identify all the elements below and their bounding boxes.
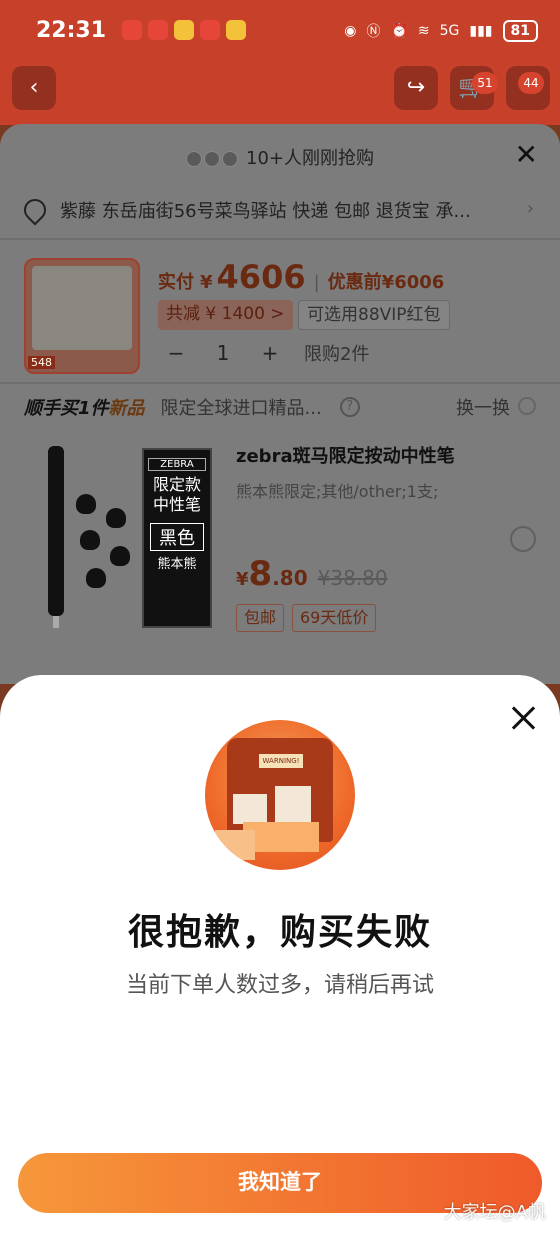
product-thumbnail[interactable]: 548 bbox=[24, 258, 140, 374]
minus-button[interactable]: − bbox=[158, 341, 194, 365]
thumbnail-price-tag: 548 bbox=[28, 356, 55, 369]
addon-item-spec[interactable]: 熊本熊限定;其他/other;1支; bbox=[236, 478, 438, 502]
quantity-value[interactable]: 1 bbox=[194, 341, 252, 365]
battery-indicator: 81 bbox=[502, 20, 538, 42]
addon-item-price: ¥ 8 .80 ¥38.80 bbox=[236, 554, 388, 594]
app-notify-icon bbox=[200, 20, 220, 40]
watermark: 大家坛@A帆 bbox=[443, 1202, 546, 1223]
original-price: ¥6006 bbox=[381, 272, 445, 293]
alarm-icon: ⏰ bbox=[390, 23, 408, 39]
chevron-right-icon: › bbox=[526, 198, 534, 219]
free-shipping-tag: 包邮 bbox=[236, 604, 285, 632]
notification-icons bbox=[122, 20, 246, 40]
eye-icon: ◉ bbox=[344, 23, 357, 39]
address-text: 紫藤 东岳庙街56号菜鸟驿站 快递 包邮 退货宝 承... bbox=[60, 201, 471, 222]
addon-old-price: ¥38.80 bbox=[317, 566, 388, 590]
addon-new-tag: 新品 bbox=[108, 398, 145, 419]
quantity-stepper: − 1 + 限购2件 bbox=[158, 340, 370, 366]
addon-desc: 限定全球进口精品... bbox=[160, 398, 322, 419]
original-label: 优惠前 bbox=[327, 272, 382, 293]
addon-select-radio[interactable] bbox=[510, 526, 536, 552]
recent-buyers: 10+人刚刚抢购 bbox=[0, 144, 560, 170]
sheet-close-icon[interactable]: ✕ bbox=[515, 138, 538, 171]
pen-package-card: ZEBRA 限定款 中性笔 黑色 熊本熊 bbox=[142, 448, 212, 628]
addon-header: 顺手买1件 新品 限定全球进口精品... ? 换一换 bbox=[24, 394, 536, 420]
address-row[interactable]: 紫藤 东岳庙街56号菜鸟驿站 快递 包邮 退货宝 承... › bbox=[19, 194, 534, 226]
status-bar: 22:31 ◉ Ⓝ ⏰ ≋ 5G ▮▮▮ 81 bbox=[0, 0, 560, 62]
status-right: ◉ Ⓝ ⏰ ≋ 5G ▮▮▮ 81 bbox=[344, 20, 538, 42]
weibo-icon bbox=[226, 20, 246, 40]
purchase-limit: 限购2件 bbox=[304, 344, 370, 365]
status-time: 22:31 bbox=[36, 18, 107, 43]
low-price-tag: 69天低价 bbox=[292, 604, 377, 632]
purchase-sheet: 10+人刚刚抢购 ✕ 紫藤 东岳庙街56号菜鸟驿站 快递 包邮 退货宝 承...… bbox=[0, 124, 560, 684]
cart-badge: 51 bbox=[472, 72, 498, 94]
pay-label: 实付 bbox=[158, 272, 194, 293]
refresh-icon[interactable] bbox=[518, 397, 536, 415]
addon-item-title[interactable]: zebra斑马限定按动中性笔 bbox=[236, 442, 455, 468]
location-pin-icon bbox=[19, 194, 51, 226]
app-notify-icon bbox=[148, 20, 168, 40]
modal-title: 很抱歉，购买失败 bbox=[127, 912, 432, 953]
kumamon-stickers bbox=[72, 484, 134, 594]
discount-chip[interactable]: 共减 ¥ 1400 > bbox=[158, 300, 293, 330]
more-badge: 44 bbox=[518, 72, 544, 94]
network-label: 5G bbox=[439, 23, 460, 39]
delivery-truck-illustration: WARNING! bbox=[205, 720, 355, 870]
buyer-avatars bbox=[186, 151, 238, 167]
back-arrow-icon[interactable]: ‹ bbox=[12, 66, 56, 110]
warning-sign: WARNING! bbox=[259, 754, 303, 768]
currency-symbol: ¥ bbox=[200, 272, 213, 293]
plus-button[interactable]: + bbox=[252, 341, 288, 365]
swap-button[interactable]: 换一换 bbox=[456, 394, 510, 420]
help-icon[interactable]: ? bbox=[339, 397, 360, 417]
divider bbox=[0, 238, 560, 240]
divider bbox=[0, 382, 560, 384]
close-icon[interactable] bbox=[510, 705, 536, 731]
share-icon[interactable]: ↪ bbox=[394, 66, 438, 110]
pay-amount: 4606 bbox=[216, 258, 306, 296]
wifi-icon: ≋ bbox=[417, 23, 430, 39]
nfc-icon: Ⓝ bbox=[366, 24, 381, 40]
price-line: 实付 ¥ 4606 | 优惠前 ¥6006 bbox=[158, 258, 445, 296]
purchase-failed-modal: WARNING! 很抱歉，购买失败 当前下单人数过多，请稍后再试 我知道了 bbox=[0, 675, 560, 1235]
pen-product-image[interactable]: ZEBRA 限定款 中性笔 黑色 熊本熊 bbox=[40, 446, 212, 628]
app-notify-icon bbox=[122, 20, 142, 40]
top-app-bar: 22:31 ◉ Ⓝ ⏰ ≋ 5G ▮▮▮ 81 ‹ ↪ 🛒 51 ⋯ 44 bbox=[0, 0, 560, 125]
weibo-icon bbox=[174, 20, 194, 40]
vip-coupon-chip[interactable]: 可选用88VIP红包 bbox=[298, 300, 450, 330]
signal-icon: ▮▮▮ bbox=[469, 23, 493, 39]
modal-message: 当前下单人数过多，请稍后再试 bbox=[125, 973, 434, 998]
addon-title: 顺手买1件 bbox=[24, 398, 109, 419]
